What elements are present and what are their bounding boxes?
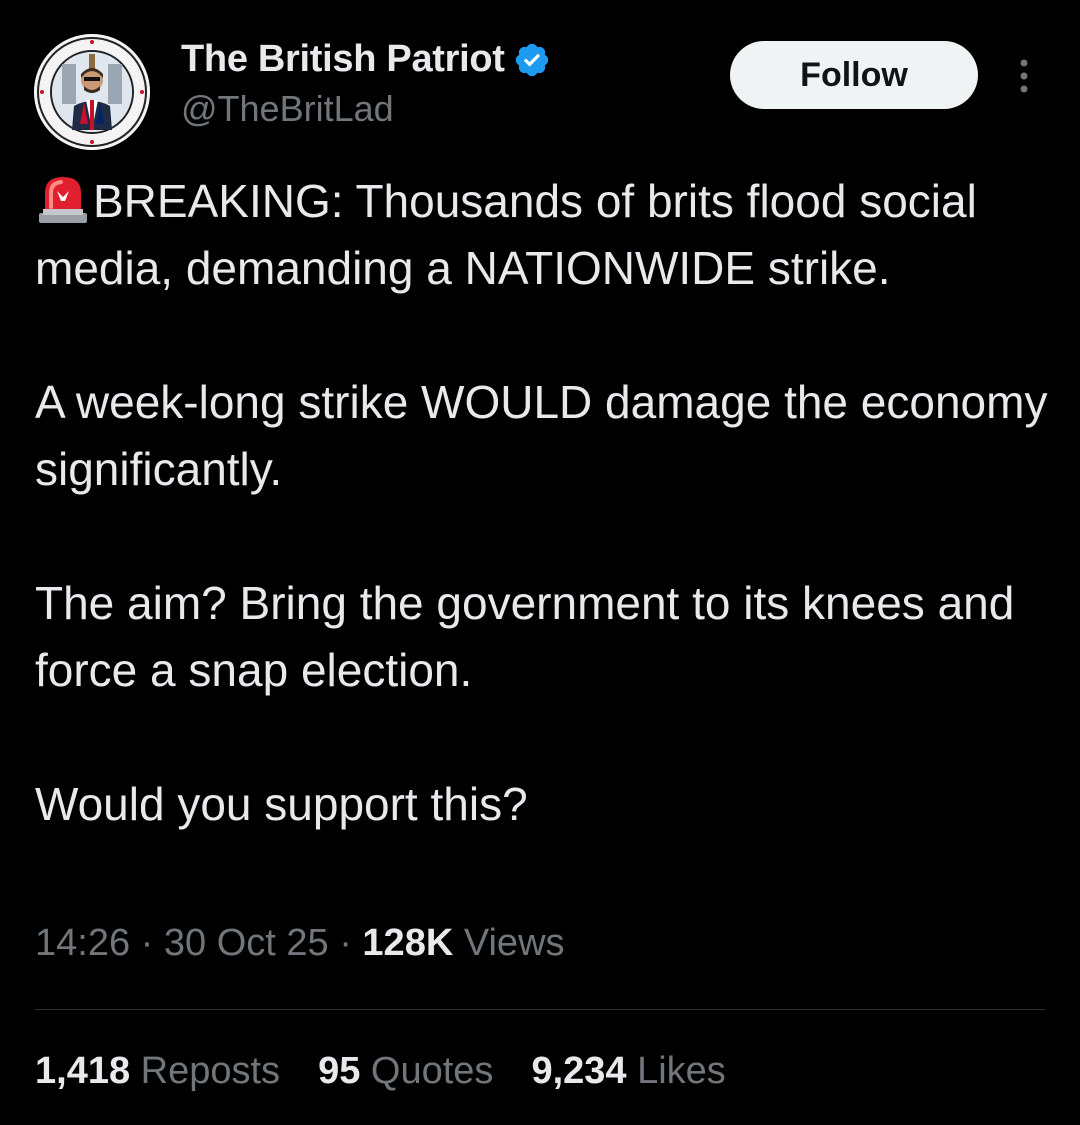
tweet-paragraph-3: The aim? Bring the government to its kne… [35, 577, 1015, 696]
tweet-text: BREAKING: Thousands of brits flood socia… [35, 168, 1055, 838]
tweet-paragraph-1-text: BREAKING: Thousands of brits flood socia… [35, 175, 977, 294]
likes-count: 9,234 [531, 1050, 627, 1092]
likes-label: Likes [637, 1050, 726, 1092]
reposts-count: 1,418 [35, 1050, 131, 1092]
more-vertical-icon[interactable] [1010, 58, 1038, 94]
views-label: Views [463, 922, 565, 964]
views-count: 128K [362, 922, 454, 964]
author-name-row[interactable]: The British Patriot [181, 38, 551, 81]
quotes-count: 95 [318, 1050, 361, 1092]
tweet-paragraph-4: Would you support this? [35, 778, 528, 830]
reposts-label: Reposts [140, 1050, 281, 1092]
tweet-card: The British Patriot @TheBritLad Follow B… [0, 0, 1080, 1125]
tweet-paragraph-1: BREAKING: Thousands of brits flood socia… [35, 168, 1055, 302]
quotes-label: Quotes [370, 1050, 494, 1092]
author-display-name[interactable]: The British Patriot [181, 38, 505, 81]
author-handle[interactable]: @TheBritLad [181, 88, 394, 130]
quotes-stat[interactable]: 95 Quotes [318, 1050, 493, 1093]
siren-icon [39, 177, 87, 223]
tweet-date[interactable]: 30 Oct 25 [164, 922, 329, 964]
avatar-badge-icon [34, 34, 150, 150]
follow-button[interactable]: Follow [730, 41, 978, 109]
divider [35, 1009, 1045, 1010]
tweet-paragraph-2: A week-long strike WOULD damage the econ… [35, 376, 1048, 495]
tweet-meta: 14:26 · 30 Oct 25 · 128K Views [35, 922, 565, 965]
meta-separator: · [140, 922, 154, 964]
author-avatar[interactable] [34, 34, 150, 150]
verified-badge-icon [515, 43, 548, 76]
likes-stat[interactable]: 9,234 Likes [531, 1050, 725, 1093]
meta-separator: · [339, 922, 352, 964]
tweet-time[interactable]: 14:26 [35, 922, 130, 964]
reposts-stat[interactable]: 1,418 Reposts [35, 1050, 280, 1093]
engagement-stats: 1,418 Reposts 95 Quotes 9,234 Likes [35, 1050, 726, 1093]
